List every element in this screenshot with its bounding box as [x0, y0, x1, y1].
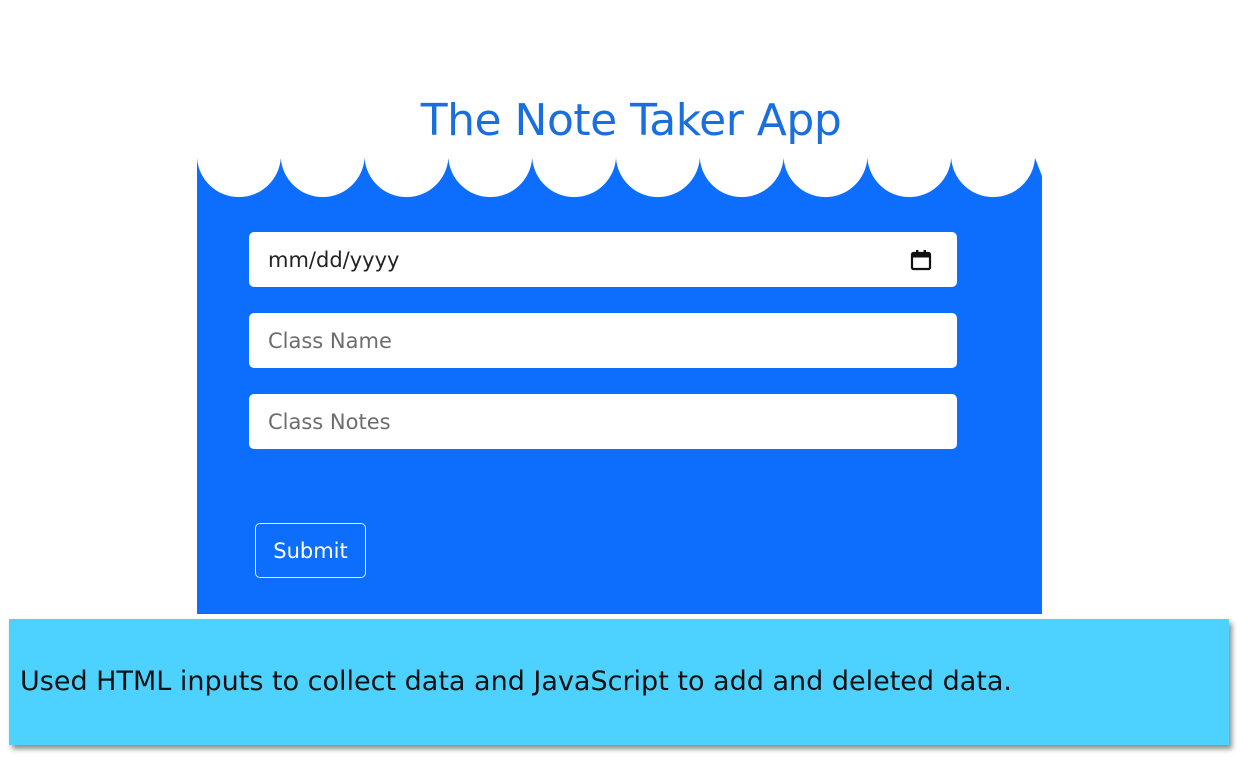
- page-title: The Note Taker App: [420, 95, 842, 147]
- date-input[interactable]: mm/dd/yyyy: [249, 232, 957, 287]
- class-notes-placeholder: Class Notes: [268, 409, 391, 434]
- submit-button[interactable]: Submit: [255, 523, 366, 578]
- class-name-placeholder: Class Name: [268, 328, 392, 353]
- note-form: mm/dd/yyyy Class Name Class Notes Submit: [197, 150, 1042, 614]
- date-value: mm/dd/yyyy: [268, 247, 400, 272]
- caption-box: Used HTML inputs to collect data and Jav…: [9, 619, 1229, 745]
- caption-text: Used HTML inputs to collect data and Jav…: [20, 665, 1013, 697]
- calendar-icon[interactable]: [909, 248, 933, 272]
- class-name-input[interactable]: Class Name: [249, 313, 957, 368]
- class-notes-input[interactable]: Class Notes: [249, 394, 957, 449]
